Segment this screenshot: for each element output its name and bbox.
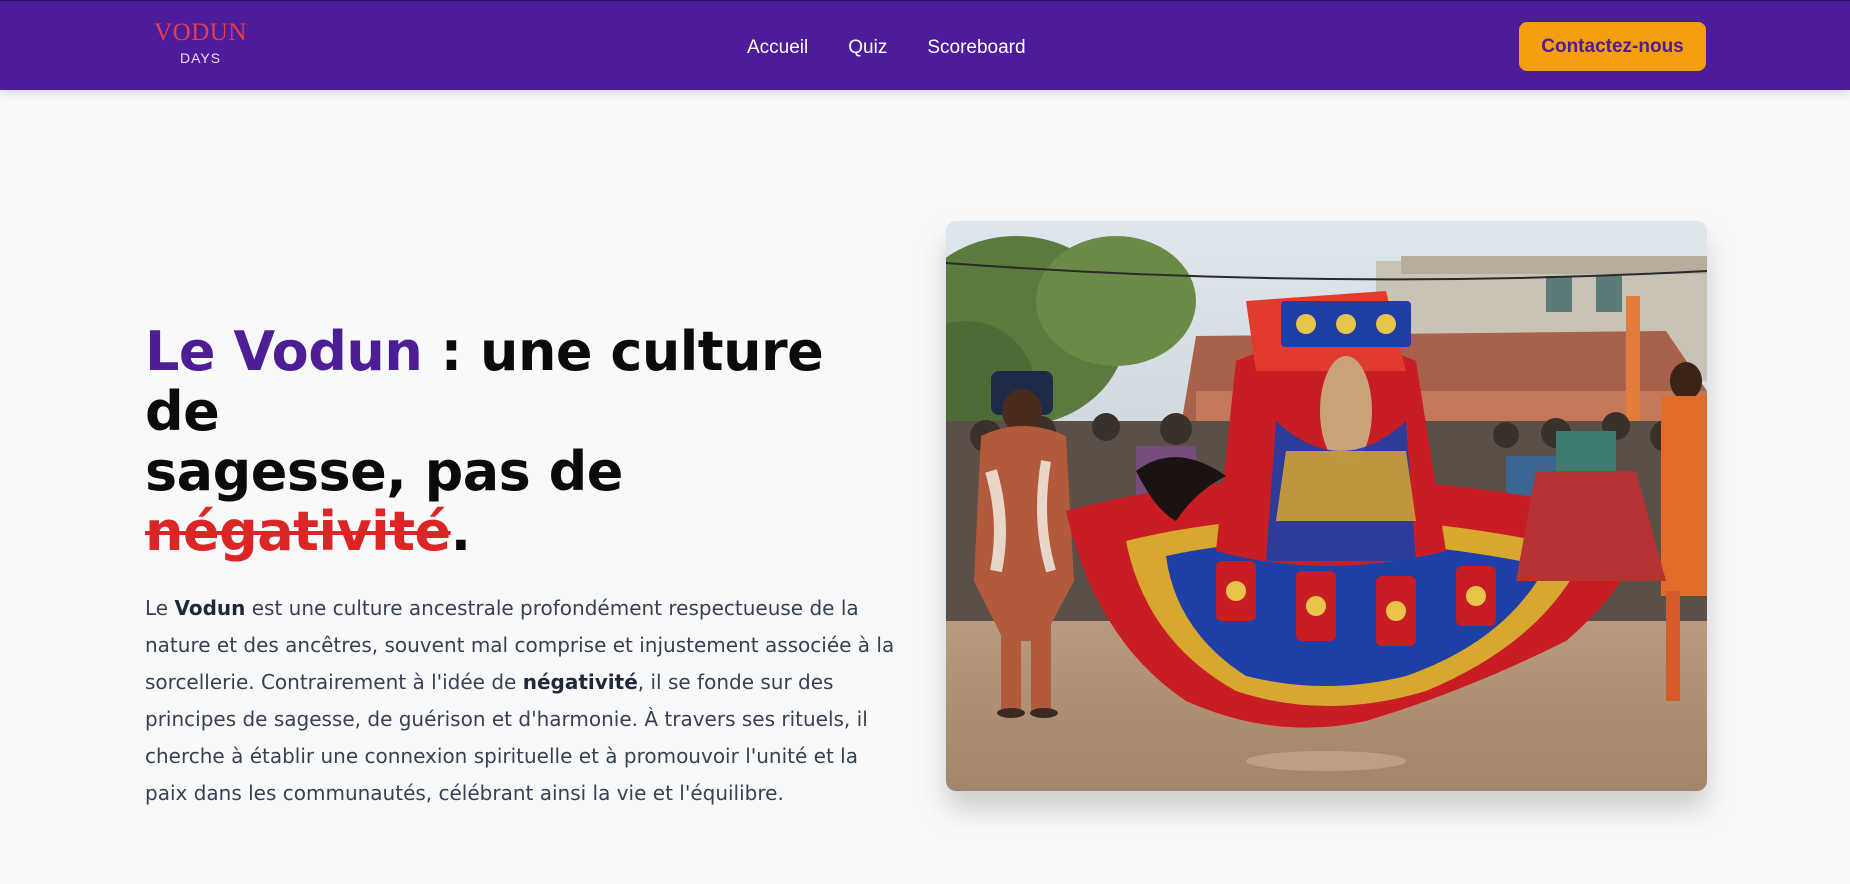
hero-description: Le Vodun est une culture ancestrale prof… <box>145 590 905 812</box>
nav-link-quiz[interactable]: Quiz <box>848 36 887 60</box>
hero-title-accent: Le Vodun <box>145 320 423 383</box>
nav-link-accueil[interactable]: Accueil <box>747 36 808 60</box>
egungun-dancer-illustration <box>946 221 1707 791</box>
hero-text-section: Le Vodun : une culture de sagesse, pas de… <box>145 322 905 832</box>
main-nav: Accueil Quiz Scoreboard <box>747 36 1026 60</box>
site-logo[interactable]: VODUN DAYS <box>148 19 253 67</box>
hero-title: Le Vodun : une culture de sagesse, pas de… <box>145 322 905 562</box>
logo-vodun-text: VODUN <box>154 19 247 46</box>
hero-title-part2: sagesse, pas de <box>145 440 623 503</box>
desc-text-1: Le <box>145 596 175 620</box>
hero-image-egungun-dancer <box>946 221 1707 791</box>
navbar: VODUN DAYS Accueil Quiz Scoreboard Conta… <box>0 0 1850 90</box>
hero-title-end: . <box>450 500 472 563</box>
contact-button[interactable]: Contactez-nous <box>1519 22 1706 71</box>
desc-bold-negativite: négativité <box>522 670 638 694</box>
logo-days-text: DAYS <box>179 50 222 66</box>
hero-title-struck-word: négativité <box>145 500 451 563</box>
nav-link-scoreboard[interactable]: Scoreboard <box>927 36 1025 60</box>
desc-bold-vodun: Vodun <box>174 596 246 620</box>
